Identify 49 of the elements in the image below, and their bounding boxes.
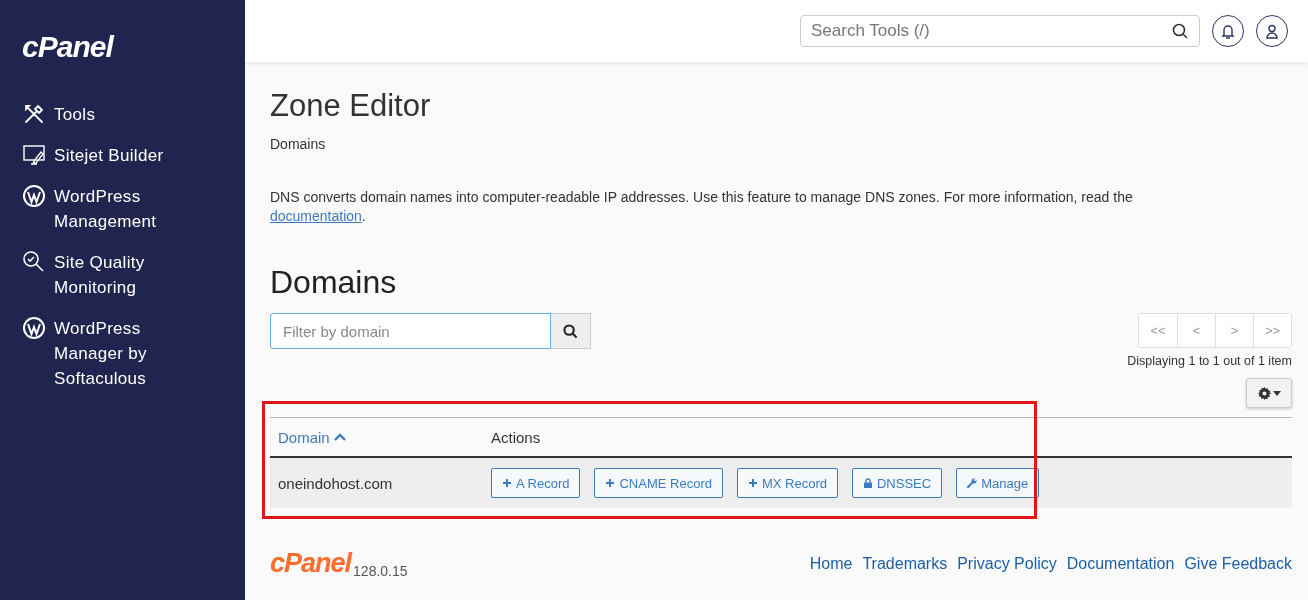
footer-link[interactable]: Give Feedback <box>1184 554 1292 573</box>
filter-field[interactable]: Filter by domain <box>270 313 551 349</box>
cpanel-logo[interactable]: cPanel <box>22 30 113 64</box>
column-header: Actions <box>491 428 541 446</box>
tools-icon <box>22 102 46 126</box>
search-button[interactable] <box>551 313 591 349</box>
wrench-icon <box>967 478 978 488</box>
user-button[interactable] <box>1256 15 1288 47</box>
sidebar-item[interactable]: Site Quality Monitoring <box>22 250 192 300</box>
record-action-button[interactable]: CNAME Record <box>594 468 723 498</box>
record-action-button[interactable]: DNSSEC <box>852 468 943 498</box>
section-heading: Domains <box>270 264 398 301</box>
documentation-link[interactable]: documentation <box>270 208 362 224</box>
record-action-button[interactable]: A Record <box>491 468 581 498</box>
footer-link[interactable]: Documentation <box>1066 554 1175 573</box>
sidebar-item[interactable]: WordPress Manager by Softaculous <box>22 316 192 391</box>
record-action-button[interactable]: Manage <box>956 468 1040 498</box>
search-field[interactable]: Search Tools (/) <box>800 15 1200 47</box>
page-title: Zone Editor <box>270 88 432 124</box>
intro-text: DNS converts domain names into computer-readable IP addresses. Use this feature to manage DNS zones. For more information, read the documentation. <box>270 188 1134 226</box>
footer-link[interactable]: Trademarks <box>862 554 948 573</box>
lock-icon <box>863 478 873 488</box>
search-icon <box>563 323 578 339</box>
sidebar-item[interactable]: WordPress Management <box>22 184 192 234</box>
settings-icon <box>1257 386 1271 400</box>
column-header[interactable]: Domain <box>278 428 346 446</box>
bell-icon <box>1221 23 1235 39</box>
version-text: 128.0.15 <box>353 563 408 579</box>
record-action-button[interactable]: MX Record <box>736 468 838 498</box>
sort-caret-icon <box>333 433 346 441</box>
wordpress-icon <box>22 184 46 208</box>
plus-icon <box>747 478 758 488</box>
caret-icon <box>1272 390 1281 396</box>
plus-icon <box>502 478 512 488</box>
plus-icon <box>605 478 616 488</box>
domain-cell: oneindohost.com <box>270 457 483 508</box>
search-icon <box>1172 23 1188 39</box>
wordpress-icon <box>22 316 46 340</box>
user-icon <box>1266 23 1278 39</box>
sidebar-item[interactable]: Sitejet Builder <box>22 143 192 168</box>
pagination-status: Displaying 1 to 1 out of 1 item <box>1127 354 1292 368</box>
footer-link[interactable]: Home <box>809 554 853 573</box>
magnifier-check-icon <box>22 250 46 274</box>
settings-button[interactable] <box>1246 378 1292 408</box>
notifications-button[interactable] <box>1212 15 1244 47</box>
footer-link[interactable]: Privacy Policy <box>957 554 1057 573</box>
monitor-pencil-icon <box>22 143 46 167</box>
sidebar-item[interactable]: Tools <box>22 102 192 127</box>
breadcrumb[interactable]: Domains <box>270 136 1292 152</box>
